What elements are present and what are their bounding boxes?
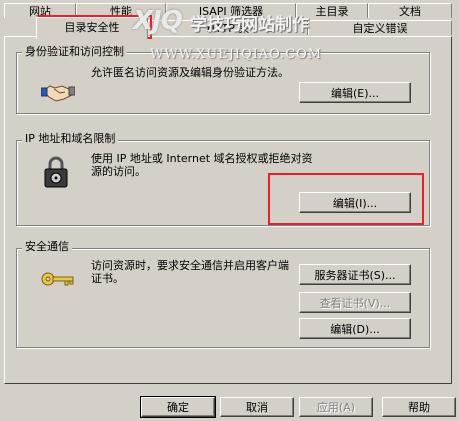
secure-group-title: 安全通信 — [22, 240, 72, 253]
tab-documents[interactable]: 文档 — [368, 3, 452, 18]
watermark-url: WWW.XUEJIQIAO.COM — [150, 47, 323, 62]
help-button[interactable]: 帮助 — [382, 397, 456, 417]
padlock-icon — [42, 155, 70, 189]
ip-group-title: IP 地址和域名限制 — [22, 132, 119, 145]
watermark-title: 学技巧网站制作 — [190, 15, 309, 35]
highlight-ip-annotation — [268, 173, 424, 225]
watermark-logo: XJQ — [133, 6, 183, 36]
apply-button[interactable]: 应用(A) — [299, 397, 373, 417]
ok-button[interactable]: 确定 — [140, 396, 216, 418]
secure-edit-button[interactable]: 编辑(D)... — [299, 318, 411, 339]
server-certificate-button[interactable]: 服务器证书(S)... — [299, 264, 411, 285]
tab-directory-security[interactable]: 目录安全性 — [36, 17, 148, 39]
key-icon — [41, 270, 75, 288]
auth-description: 允许匿名访问资源及编辑身份验证方法。 — [91, 66, 289, 79]
cancel-button[interactable]: 取消 — [220, 397, 294, 417]
auth-group-title: 身份验证和访问控制 — [22, 45, 127, 58]
handshake-icon — [40, 77, 76, 105]
tab-custom-errors[interactable]: 自定义错误 — [308, 20, 452, 35]
auth-edit-button[interactable]: 编辑(E)... — [299, 82, 411, 103]
secure-description: 访问资源时，要求安全通信并启用客户端证书。 — [91, 259, 289, 285]
view-certificate-button[interactable]: 查看证书(V)... — [299, 292, 411, 313]
